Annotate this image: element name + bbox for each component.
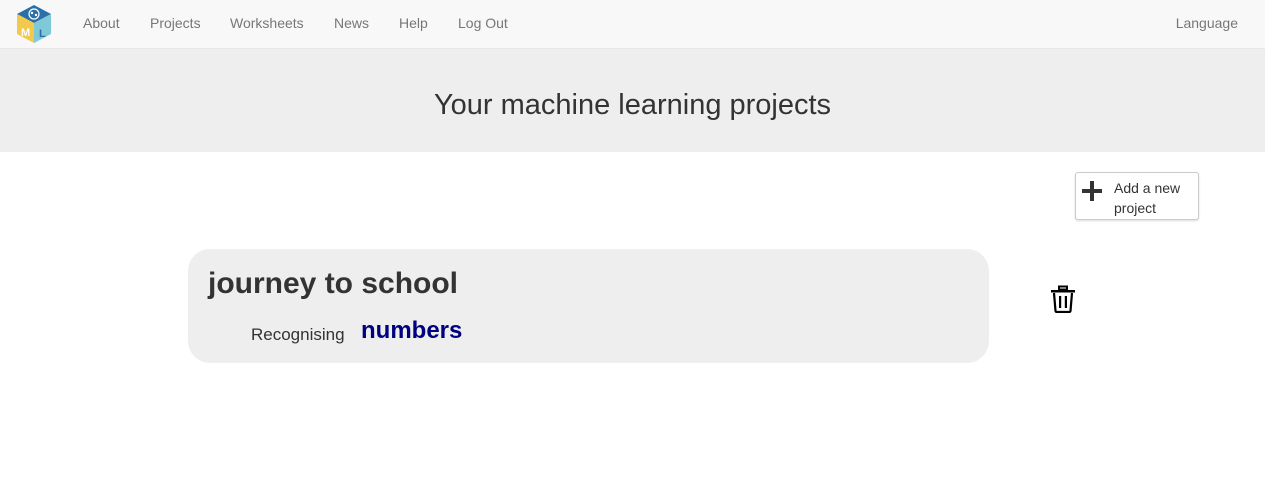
project-card[interactable]: journey to school Recognising numbers bbox=[188, 249, 989, 363]
logo-letter-m: M bbox=[21, 27, 30, 39]
project-name: journey to school bbox=[208, 267, 459, 300]
project-recognising-label: Recognising bbox=[251, 325, 345, 344]
add-new-project-label: Add a new project bbox=[1114, 180, 1181, 216]
navbar: M L About Projects Worksheets News Help … bbox=[0, 0, 1265, 49]
logo-letter-l: L bbox=[39, 28, 46, 40]
nav-news[interactable]: News bbox=[334, 15, 369, 31]
nav-language-menu[interactable]: Language bbox=[1176, 15, 1238, 31]
page-title: Your machine learning projects bbox=[433, 89, 832, 121]
nav-worksheets[interactable]: Worksheets bbox=[230, 15, 304, 31]
trash-icon[interactable] bbox=[1050, 285, 1076, 313]
nav-log-out[interactable]: Log Out bbox=[458, 15, 508, 31]
plus-icon bbox=[1082, 181, 1102, 201]
nav-help[interactable]: Help bbox=[399, 15, 428, 31]
nav-about[interactable]: About bbox=[83, 15, 120, 31]
page-header: Your machine learning projects bbox=[0, 49, 1265, 152]
ml-logo-icon[interactable]: M L bbox=[15, 4, 53, 44]
project-type: numbers bbox=[361, 317, 463, 344]
nav-projects[interactable]: Projects bbox=[150, 15, 201, 31]
add-new-project-button[interactable]: Add a new project bbox=[1075, 172, 1199, 220]
